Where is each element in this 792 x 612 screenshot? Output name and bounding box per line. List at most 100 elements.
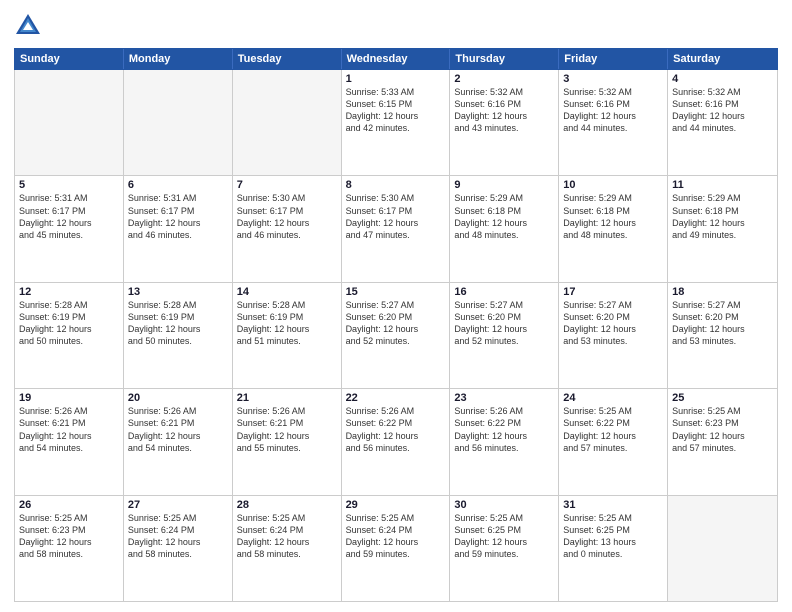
calendar-cell: 4Sunrise: 5:32 AM Sunset: 6:16 PM Daylig… xyxy=(668,70,777,175)
calendar-cell: 7Sunrise: 5:30 AM Sunset: 6:17 PM Daylig… xyxy=(233,176,342,281)
cell-info: Sunrise: 5:27 AM Sunset: 6:20 PM Dayligh… xyxy=(563,299,663,348)
day-number: 23 xyxy=(454,392,554,404)
day-number: 3 xyxy=(563,73,663,85)
calendar-cell: 31Sunrise: 5:25 AM Sunset: 6:25 PM Dayli… xyxy=(559,496,668,601)
day-number: 1 xyxy=(346,73,446,85)
day-number: 21 xyxy=(237,392,337,404)
cell-info: Sunrise: 5:25 AM Sunset: 6:25 PM Dayligh… xyxy=(454,512,554,561)
header xyxy=(14,12,778,40)
calendar: SundayMondayTuesdayWednesdayThursdayFrid… xyxy=(14,48,778,602)
calendar-header: SundayMondayTuesdayWednesdayThursdayFrid… xyxy=(14,48,778,70)
page: SundayMondayTuesdayWednesdayThursdayFrid… xyxy=(0,0,792,612)
cell-info: Sunrise: 5:27 AM Sunset: 6:20 PM Dayligh… xyxy=(454,299,554,348)
weekday-header-sunday: Sunday xyxy=(15,49,124,69)
day-number: 19 xyxy=(19,392,119,404)
calendar-cell: 17Sunrise: 5:27 AM Sunset: 6:20 PM Dayli… xyxy=(559,283,668,388)
cell-info: Sunrise: 5:25 AM Sunset: 6:24 PM Dayligh… xyxy=(237,512,337,561)
day-number: 16 xyxy=(454,286,554,298)
calendar-row-4: 19Sunrise: 5:26 AM Sunset: 6:21 PM Dayli… xyxy=(15,389,777,495)
cell-info: Sunrise: 5:25 AM Sunset: 6:25 PM Dayligh… xyxy=(563,512,663,561)
cell-info: Sunrise: 5:25 AM Sunset: 6:24 PM Dayligh… xyxy=(128,512,228,561)
day-number: 30 xyxy=(454,499,554,511)
day-number: 17 xyxy=(563,286,663,298)
weekday-header-wednesday: Wednesday xyxy=(342,49,451,69)
calendar-cell: 13Sunrise: 5:28 AM Sunset: 6:19 PM Dayli… xyxy=(124,283,233,388)
weekday-header-friday: Friday xyxy=(559,49,668,69)
calendar-cell xyxy=(233,70,342,175)
calendar-cell: 12Sunrise: 5:28 AM Sunset: 6:19 PM Dayli… xyxy=(15,283,124,388)
cell-info: Sunrise: 5:27 AM Sunset: 6:20 PM Dayligh… xyxy=(346,299,446,348)
day-number: 28 xyxy=(237,499,337,511)
day-number: 18 xyxy=(672,286,773,298)
cell-info: Sunrise: 5:25 AM Sunset: 6:23 PM Dayligh… xyxy=(672,405,773,454)
day-number: 31 xyxy=(563,499,663,511)
calendar-cell: 16Sunrise: 5:27 AM Sunset: 6:20 PM Dayli… xyxy=(450,283,559,388)
calendar-cell: 3Sunrise: 5:32 AM Sunset: 6:16 PM Daylig… xyxy=(559,70,668,175)
cell-info: Sunrise: 5:32 AM Sunset: 6:16 PM Dayligh… xyxy=(454,86,554,135)
day-number: 27 xyxy=(128,499,228,511)
calendar-row-2: 5Sunrise: 5:31 AM Sunset: 6:17 PM Daylig… xyxy=(15,176,777,282)
calendar-row-3: 12Sunrise: 5:28 AM Sunset: 6:19 PM Dayli… xyxy=(15,283,777,389)
calendar-cell: 11Sunrise: 5:29 AM Sunset: 6:18 PM Dayli… xyxy=(668,176,777,281)
calendar-cell: 24Sunrise: 5:25 AM Sunset: 6:22 PM Dayli… xyxy=(559,389,668,494)
calendar-cell: 29Sunrise: 5:25 AM Sunset: 6:24 PM Dayli… xyxy=(342,496,451,601)
logo xyxy=(14,12,46,40)
calendar-cell: 2Sunrise: 5:32 AM Sunset: 6:16 PM Daylig… xyxy=(450,70,559,175)
calendar-cell: 14Sunrise: 5:28 AM Sunset: 6:19 PM Dayli… xyxy=(233,283,342,388)
cell-info: Sunrise: 5:28 AM Sunset: 6:19 PM Dayligh… xyxy=(19,299,119,348)
cell-info: Sunrise: 5:29 AM Sunset: 6:18 PM Dayligh… xyxy=(454,192,554,241)
weekday-header-thursday: Thursday xyxy=(450,49,559,69)
day-number: 4 xyxy=(672,73,773,85)
calendar-cell: 26Sunrise: 5:25 AM Sunset: 6:23 PM Dayli… xyxy=(15,496,124,601)
weekday-header-saturday: Saturday xyxy=(668,49,777,69)
cell-info: Sunrise: 5:26 AM Sunset: 6:22 PM Dayligh… xyxy=(346,405,446,454)
calendar-cell xyxy=(15,70,124,175)
calendar-row-5: 26Sunrise: 5:25 AM Sunset: 6:23 PM Dayli… xyxy=(15,496,777,601)
day-number: 5 xyxy=(19,179,119,191)
day-number: 25 xyxy=(672,392,773,404)
day-number: 26 xyxy=(19,499,119,511)
cell-info: Sunrise: 5:32 AM Sunset: 6:16 PM Dayligh… xyxy=(563,86,663,135)
day-number: 29 xyxy=(346,499,446,511)
day-number: 13 xyxy=(128,286,228,298)
day-number: 8 xyxy=(346,179,446,191)
calendar-cell xyxy=(668,496,777,601)
calendar-cell: 10Sunrise: 5:29 AM Sunset: 6:18 PM Dayli… xyxy=(559,176,668,281)
calendar-cell: 18Sunrise: 5:27 AM Sunset: 6:20 PM Dayli… xyxy=(668,283,777,388)
cell-info: Sunrise: 5:26 AM Sunset: 6:21 PM Dayligh… xyxy=(19,405,119,454)
calendar-cell: 20Sunrise: 5:26 AM Sunset: 6:21 PM Dayli… xyxy=(124,389,233,494)
calendar-cell: 9Sunrise: 5:29 AM Sunset: 6:18 PM Daylig… xyxy=(450,176,559,281)
calendar-cell: 19Sunrise: 5:26 AM Sunset: 6:21 PM Dayli… xyxy=(15,389,124,494)
calendar-cell xyxy=(124,70,233,175)
day-number: 6 xyxy=(128,179,228,191)
day-number: 12 xyxy=(19,286,119,298)
day-number: 14 xyxy=(237,286,337,298)
cell-info: Sunrise: 5:28 AM Sunset: 6:19 PM Dayligh… xyxy=(237,299,337,348)
cell-info: Sunrise: 5:25 AM Sunset: 6:24 PM Dayligh… xyxy=(346,512,446,561)
calendar-cell: 6Sunrise: 5:31 AM Sunset: 6:17 PM Daylig… xyxy=(124,176,233,281)
cell-info: Sunrise: 5:26 AM Sunset: 6:22 PM Dayligh… xyxy=(454,405,554,454)
logo-icon xyxy=(14,12,42,40)
day-number: 2 xyxy=(454,73,554,85)
cell-info: Sunrise: 5:31 AM Sunset: 6:17 PM Dayligh… xyxy=(19,192,119,241)
day-number: 9 xyxy=(454,179,554,191)
day-number: 10 xyxy=(563,179,663,191)
cell-info: Sunrise: 5:33 AM Sunset: 6:15 PM Dayligh… xyxy=(346,86,446,135)
cell-info: Sunrise: 5:29 AM Sunset: 6:18 PM Dayligh… xyxy=(672,192,773,241)
day-number: 11 xyxy=(672,179,773,191)
calendar-cell: 28Sunrise: 5:25 AM Sunset: 6:24 PM Dayli… xyxy=(233,496,342,601)
calendar-cell: 21Sunrise: 5:26 AM Sunset: 6:21 PM Dayli… xyxy=(233,389,342,494)
cell-info: Sunrise: 5:30 AM Sunset: 6:17 PM Dayligh… xyxy=(237,192,337,241)
calendar-cell: 27Sunrise: 5:25 AM Sunset: 6:24 PM Dayli… xyxy=(124,496,233,601)
cell-info: Sunrise: 5:26 AM Sunset: 6:21 PM Dayligh… xyxy=(237,405,337,454)
day-number: 20 xyxy=(128,392,228,404)
cell-info: Sunrise: 5:29 AM Sunset: 6:18 PM Dayligh… xyxy=(563,192,663,241)
calendar-cell: 8Sunrise: 5:30 AM Sunset: 6:17 PM Daylig… xyxy=(342,176,451,281)
cell-info: Sunrise: 5:30 AM Sunset: 6:17 PM Dayligh… xyxy=(346,192,446,241)
calendar-cell: 15Sunrise: 5:27 AM Sunset: 6:20 PM Dayli… xyxy=(342,283,451,388)
calendar-cell: 1Sunrise: 5:33 AM Sunset: 6:15 PM Daylig… xyxy=(342,70,451,175)
calendar-cell: 30Sunrise: 5:25 AM Sunset: 6:25 PM Dayli… xyxy=(450,496,559,601)
cell-info: Sunrise: 5:26 AM Sunset: 6:21 PM Dayligh… xyxy=(128,405,228,454)
weekday-header-monday: Monday xyxy=(124,49,233,69)
day-number: 22 xyxy=(346,392,446,404)
